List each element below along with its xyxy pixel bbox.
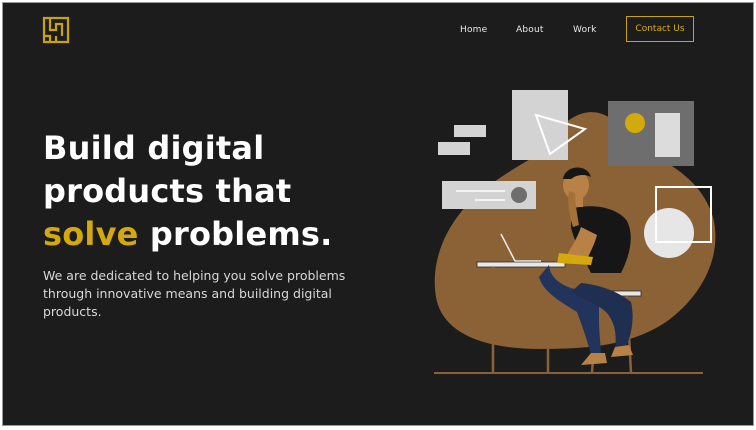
hero-illustration bbox=[434, 90, 716, 374]
logo-icon[interactable] bbox=[42, 16, 70, 44]
ui-block-wide bbox=[438, 142, 470, 155]
hero-title-line1: Build digital bbox=[43, 129, 265, 167]
hero-title-accent: solve bbox=[43, 215, 139, 253]
media-card bbox=[608, 101, 694, 166]
nav-home-link[interactable]: Home bbox=[460, 25, 487, 35]
nav-work-link[interactable]: Work bbox=[573, 25, 597, 35]
sun-dot-icon bbox=[625, 113, 645, 133]
media-card-panel bbox=[655, 113, 680, 157]
ui-block-small bbox=[454, 125, 486, 137]
hero-title: Build digital products that solve proble… bbox=[43, 127, 333, 256]
page-frame: Home About Work Contact Us Build digital… bbox=[2, 2, 754, 426]
hero-title-line2: products that bbox=[43, 172, 292, 210]
contact-us-button[interactable]: Contact Us bbox=[626, 16, 694, 42]
desk-top bbox=[476, 261, 566, 268]
nav-about-link[interactable]: About bbox=[516, 25, 544, 35]
list-card-avatar-icon bbox=[511, 187, 527, 203]
hero-description: We are dedicated to helping you solve pr… bbox=[43, 268, 346, 319]
hero-title-line3: problems. bbox=[138, 215, 333, 253]
circle-shape bbox=[644, 208, 694, 258]
